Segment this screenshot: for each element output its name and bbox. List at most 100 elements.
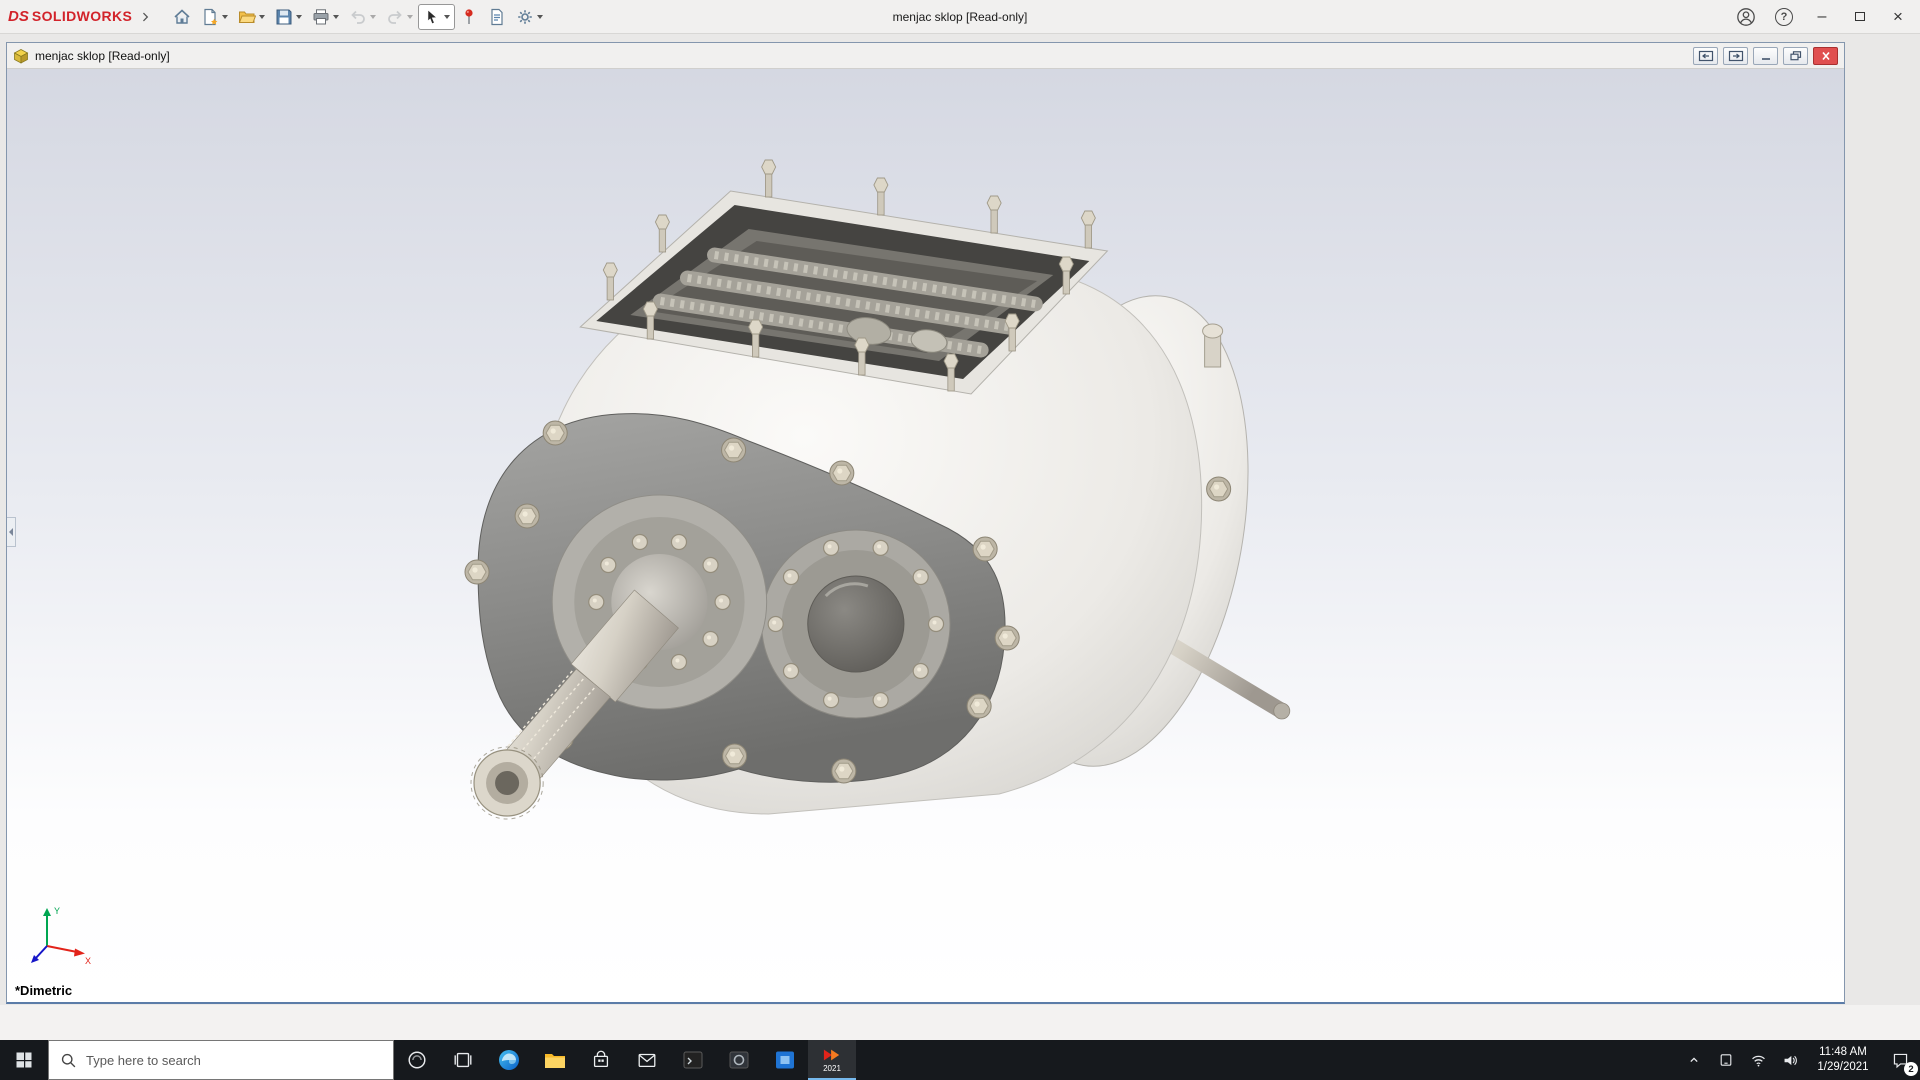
- new-document-dropdown[interactable]: [222, 14, 229, 19]
- mail-button[interactable]: [624, 1040, 670, 1080]
- doc-close-button[interactable]: [1813, 46, 1838, 65]
- chevron-up-icon: [1690, 1057, 1698, 1063]
- file-properties-icon: [491, 8, 503, 25]
- cortana-button[interactable]: [394, 1040, 440, 1080]
- microsoft-store-icon: [593, 1050, 609, 1068]
- help-button[interactable]: ?: [1768, 4, 1800, 30]
- speaker-icon: [1784, 1055, 1797, 1065]
- rebuild-button[interactable]: [455, 4, 483, 30]
- file-explorer-icon: [545, 1054, 565, 1068]
- new-document-button[interactable]: [196, 4, 233, 30]
- taskbar-clock[interactable]: 11:48 AM 1/29/2021: [1806, 1040, 1880, 1080]
- gearbox-3d-scene[interactable]: [7, 69, 1844, 1002]
- app-minimize-button[interactable]: –: [1806, 4, 1838, 30]
- select-tool-dropdown[interactable]: [444, 14, 451, 19]
- help-icon: ?: [1775, 7, 1793, 26]
- z-axis-arrow: [34, 945, 48, 960]
- solidworks-app-window: DS SOLIDWORKS menjac sklop [Read-only] ?…: [0, 0, 1920, 1080]
- collapse-arrow-icon: [9, 528, 13, 536]
- featuremanager-collapse-tab[interactable]: [7, 517, 16, 547]
- tray-device-button[interactable]: [1710, 1040, 1742, 1080]
- open-dropdown[interactable]: [259, 14, 266, 19]
- solidworks-taskbar-button[interactable]: 2021: [808, 1040, 856, 1080]
- logo-ds-glyph: DS: [8, 8, 29, 25]
- clock-time: 11:48 AM: [1819, 1046, 1867, 1059]
- app-close-button[interactable]: ×: [1882, 4, 1914, 30]
- redo-button[interactable]: [381, 4, 418, 30]
- network-button[interactable]: [1742, 1040, 1774, 1080]
- doc-close-icon: [1821, 51, 1830, 60]
- solidworks-logo: DS SOLIDWORKS: [8, 8, 132, 25]
- status-strip: [0, 1005, 1920, 1040]
- help-glyph: ?: [1780, 10, 1788, 23]
- user-avatar-icon: [1737, 7, 1755, 26]
- file-explorer-button[interactable]: [532, 1040, 578, 1080]
- y-axis-label: Y: [54, 906, 60, 916]
- pinned-app-2-button[interactable]: [716, 1040, 762, 1080]
- x-axis-arrow: [74, 948, 85, 957]
- terminal-icon: [683, 1051, 703, 1069]
- gear-icon: [518, 9, 533, 24]
- wifi-icon: [1751, 1055, 1765, 1066]
- doc-minimize-button[interactable]: [1753, 46, 1778, 65]
- minimize-icon: –: [1817, 7, 1827, 25]
- select-cursor-icon: [427, 8, 438, 24]
- open-button[interactable]: [233, 4, 270, 30]
- print-dropdown[interactable]: [333, 14, 340, 19]
- home-button[interactable]: [168, 4, 196, 30]
- span-display-right-button[interactable]: [1723, 46, 1748, 65]
- rebuild-traffic-light-icon: [465, 8, 473, 24]
- maximize-icon: [1855, 12, 1865, 21]
- print-button[interactable]: [307, 4, 344, 30]
- action-center-button[interactable]: 2: [1880, 1040, 1920, 1080]
- taskbar-search[interactable]: [48, 1040, 394, 1080]
- mail-icon: [638, 1053, 656, 1068]
- windows-taskbar: 2021 11:48 AM 1/29/2021 2: [0, 1040, 1920, 1080]
- redo-dropdown[interactable]: [407, 14, 414, 19]
- options-button[interactable]: [511, 4, 548, 30]
- doc-restore-button[interactable]: [1783, 46, 1808, 65]
- microsoft-store-button[interactable]: [578, 1040, 624, 1080]
- undo-button[interactable]: [344, 4, 381, 30]
- view-orientation-label: *Dimetric: [15, 983, 73, 998]
- menu-expand-button[interactable]: [138, 4, 152, 30]
- doc-minimize-icon: [1761, 57, 1770, 60]
- span-right-icon: [1728, 50, 1743, 61]
- search-icon: [61, 1053, 76, 1067]
- open-folder-icon: [239, 11, 257, 23]
- assembly-cube-icon: [13, 48, 29, 64]
- solidworks-version-label: 2021: [823, 1063, 841, 1073]
- notification-badge: 2: [1904, 1062, 1918, 1076]
- options-dropdown[interactable]: [537, 14, 544, 19]
- close-icon: ×: [1893, 6, 1903, 26]
- task-view-icon: [454, 1052, 472, 1068]
- document-title: menjac sklop [Read-only]: [35, 48, 170, 63]
- file-properties-button[interactable]: [483, 4, 511, 30]
- cortana-icon: [408, 1051, 426, 1069]
- span-display-left-button[interactable]: [1693, 46, 1718, 65]
- span-left-icon: [1698, 50, 1713, 61]
- edge-button[interactable]: [486, 1040, 532, 1080]
- 3d-viewport[interactable]: Y X *Dimetric: [7, 69, 1844, 1002]
- search-input[interactable]: [86, 1052, 382, 1068]
- undo-dropdown[interactable]: [370, 14, 377, 19]
- new-document-icon: [204, 8, 218, 25]
- solidworks-app-icon: [823, 1049, 840, 1060]
- app-maximize-button[interactable]: [1844, 4, 1876, 30]
- task-view-button[interactable]: [440, 1040, 486, 1080]
- select-tool-button[interactable]: [418, 3, 456, 30]
- chevron-right-icon: [143, 12, 149, 21]
- app-title: menjac sklop [Read-only]: [892, 10, 1028, 24]
- save-dropdown[interactable]: [296, 14, 303, 19]
- start-button[interactable]: [0, 1040, 48, 1080]
- edge-icon: [499, 1050, 519, 1070]
- save-icon: [276, 9, 292, 24]
- pinned-app-1-button[interactable]: [670, 1040, 716, 1080]
- volume-button[interactable]: [1774, 1040, 1806, 1080]
- save-button[interactable]: [270, 4, 307, 30]
- user-account-button[interactable]: [1730, 4, 1762, 30]
- secondary-bearing-cover[interactable]: [761, 529, 951, 719]
- redo-icon: [388, 10, 403, 24]
- hidden-icons-button[interactable]: [1678, 1040, 1710, 1080]
- pinned-app-3-button[interactable]: [762, 1040, 808, 1080]
